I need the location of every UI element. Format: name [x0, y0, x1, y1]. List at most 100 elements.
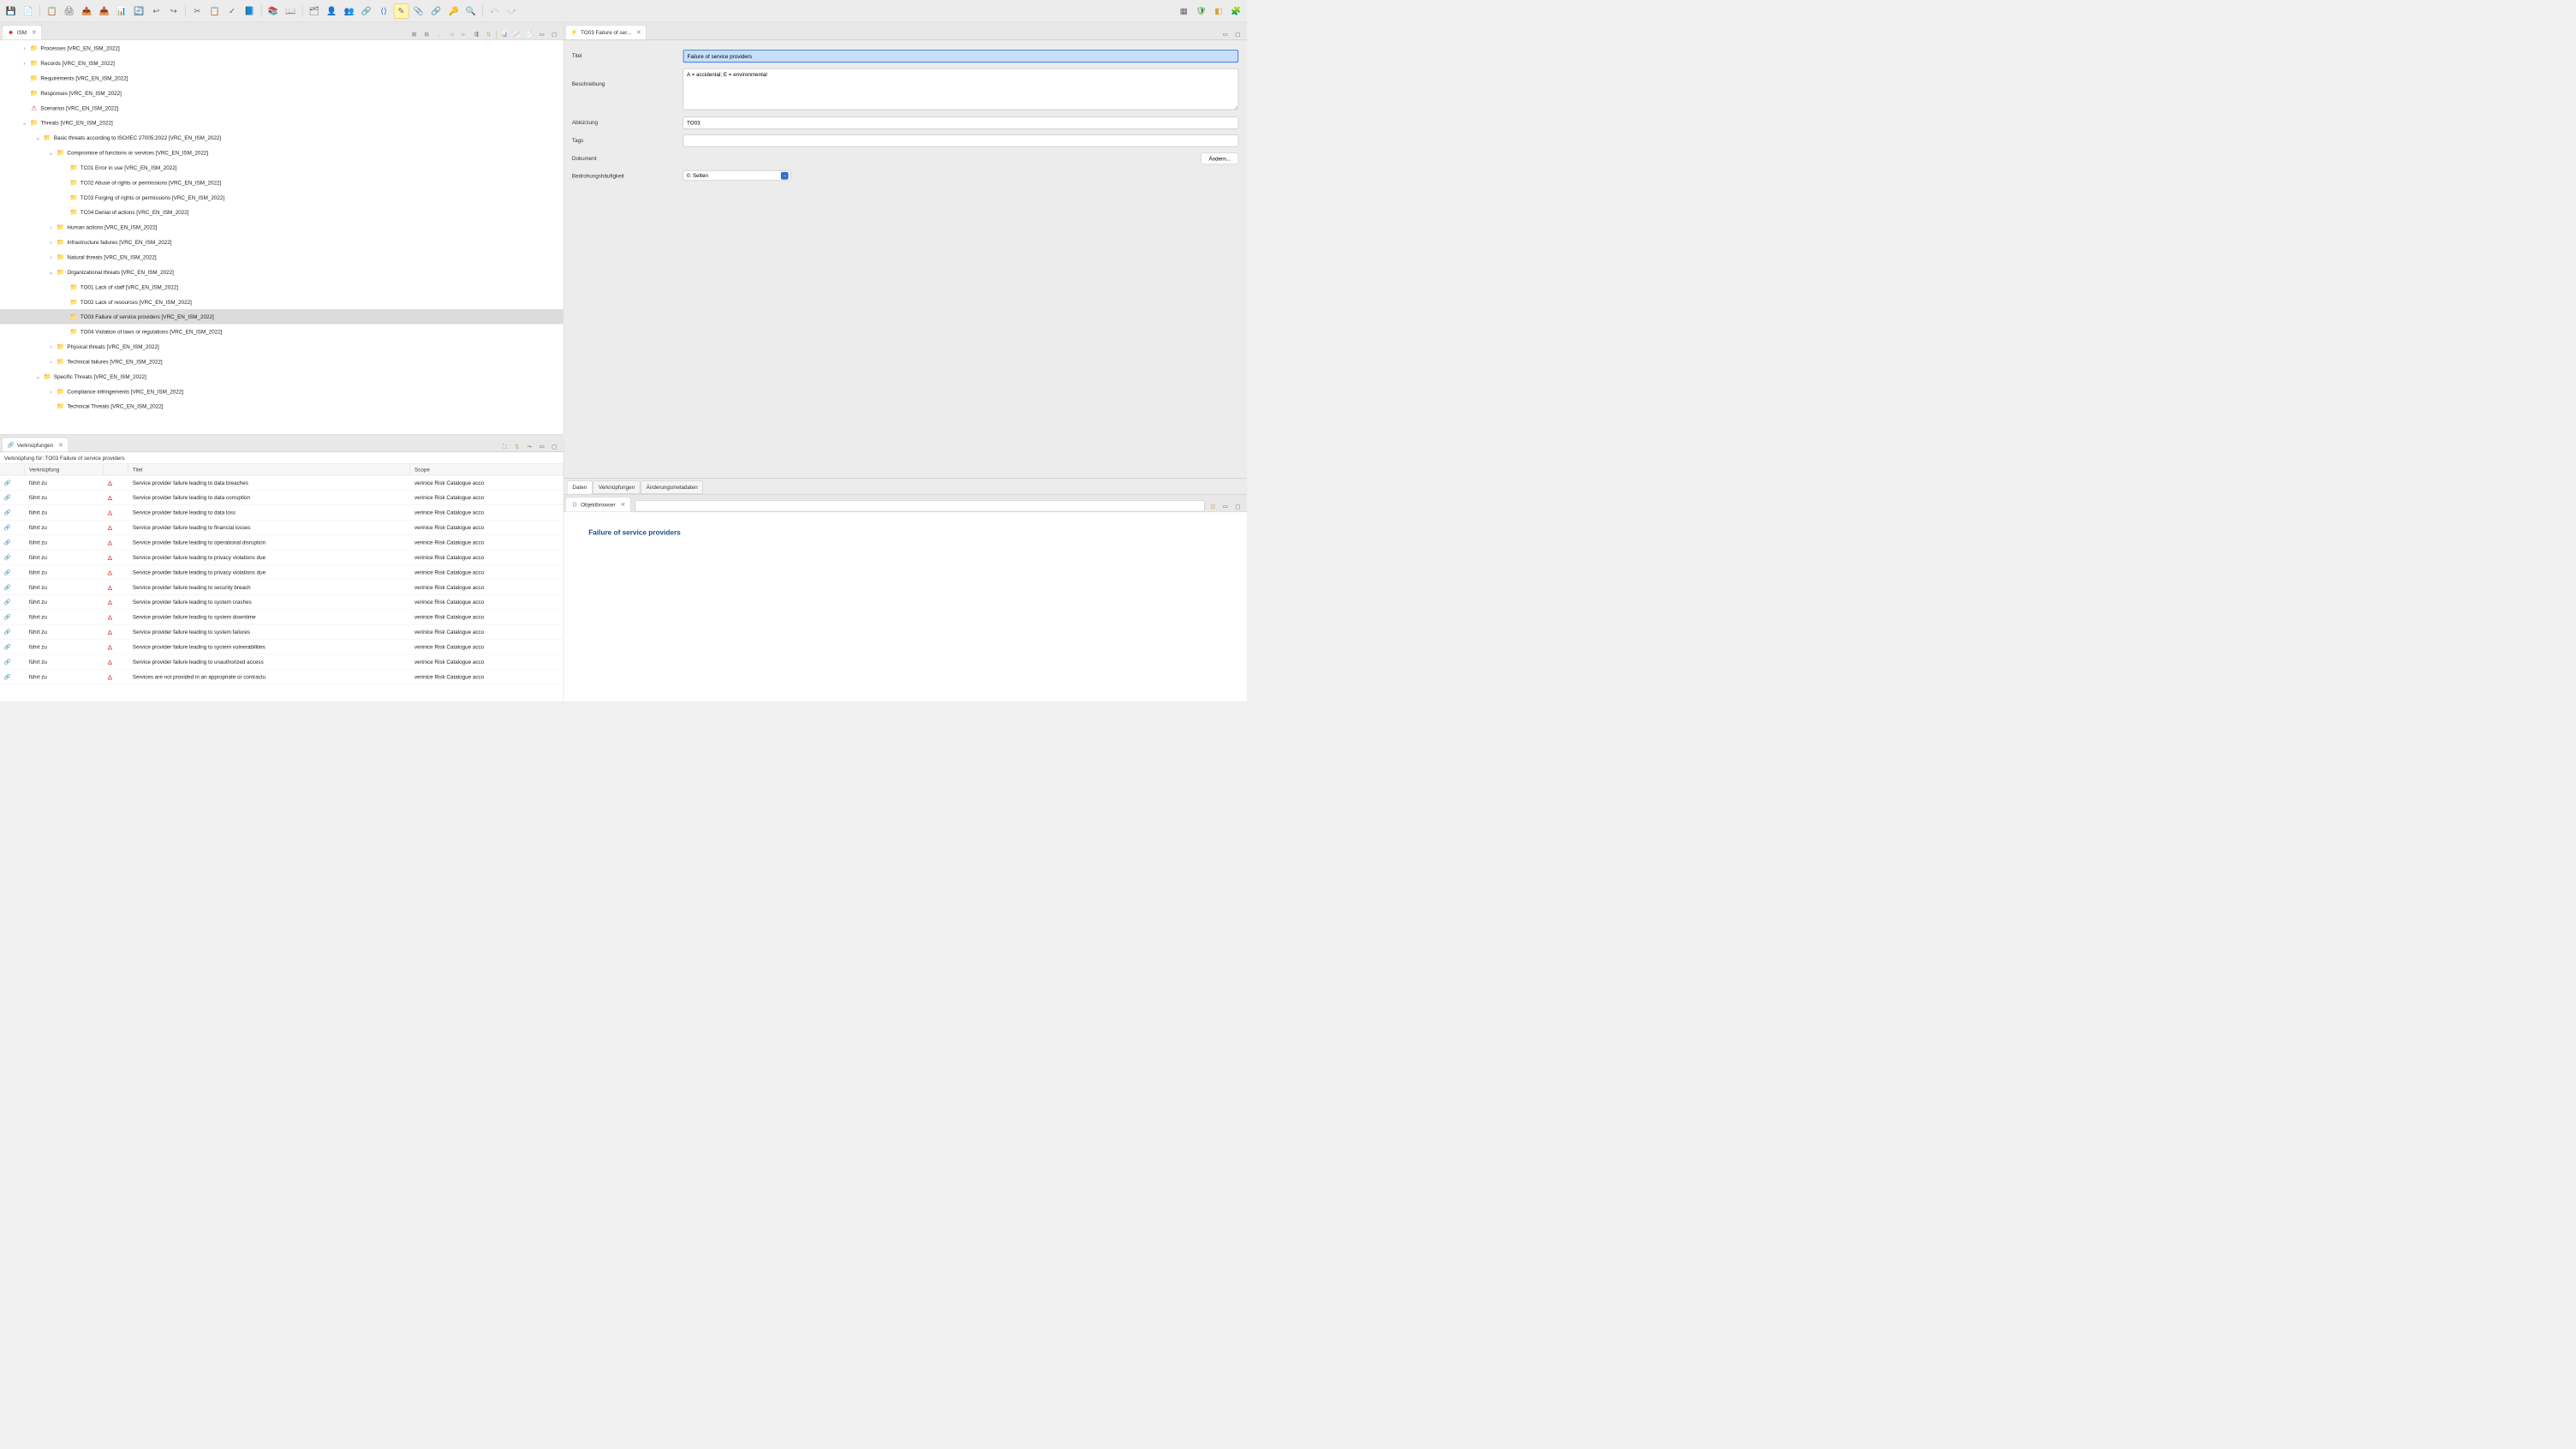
- tree-item[interactable]: 📁Technical Threats [VRC_EN_ISM_2022]: [0, 399, 564, 414]
- tab-ism[interactable]: ◆ ISM ✕: [2, 25, 42, 39]
- export-icon[interactable]: 📤: [79, 3, 93, 18]
- import-icon[interactable]: 📥: [97, 3, 111, 18]
- tree-item[interactable]: 📁TO04 Violation of laws or regulations […: [0, 324, 564, 338]
- home-icon[interactable]: ⌂: [434, 29, 444, 39]
- tree-item[interactable]: 📁TC03 Forging of rights or permissions […: [0, 190, 564, 205]
- doc-icon[interactable]: 📄: [524, 29, 534, 39]
- table-row[interactable]: 🔗führt zu△Service provider failure leadi…: [0, 565, 564, 580]
- expand-arrow-icon[interactable]: ›: [47, 253, 55, 260]
- expand-arrow-icon[interactable]: ⌄: [21, 119, 28, 126]
- tree-view[interactable]: ›📁Processes [VRC_EN_ISM_2022]›📁Records […: [0, 39, 564, 434]
- code-icon[interactable]: ⟨⟩: [376, 3, 391, 18]
- share-icon[interactable]: 🔗: [359, 3, 373, 18]
- book-icon[interactable]: 📘: [242, 3, 257, 18]
- forward-icon[interactable]: ⤻: [504, 3, 519, 18]
- tree-item[interactable]: ›📁Physical threats [VRC_EN_ISM_2022]: [0, 339, 564, 354]
- maximize-icon[interactable]: ▢: [1232, 29, 1243, 39]
- table-row[interactable]: 🔗führt zu△Service provider failure leadi…: [0, 654, 564, 669]
- print-icon[interactable]: 🖨: [62, 3, 76, 18]
- tree-item[interactable]: 📁TC01 Error in use [VRC_EN_ISM_2022]: [0, 160, 564, 175]
- shield-check-icon[interactable]: 🛡: [1194, 3, 1208, 18]
- change-button[interactable]: Ändern...: [1201, 152, 1238, 164]
- paste-icon[interactable]: 📋: [207, 3, 222, 18]
- maximize-icon[interactable]: ▢: [549, 29, 559, 39]
- arrow-left-icon[interactable]: ◀: [446, 29, 456, 39]
- save-icon[interactable]: 💾: [3, 3, 18, 18]
- tree-item[interactable]: ›📁Human actions [VRC_EN_ISM_2022]: [0, 220, 564, 235]
- tree-item[interactable]: ›📁Compliance infringements [VRC_EN_ISM_2…: [0, 384, 564, 398]
- filter-icon[interactable]: ⇶: [471, 29, 481, 39]
- minimize-icon[interactable]: ▭: [1220, 29, 1231, 39]
- tree-item[interactable]: ›📁Infrastructure failures [VRC_EN_ISM_20…: [0, 235, 564, 249]
- tree-item[interactable]: ⌄📁Threats [VRC_EN_ISM_2022]: [0, 116, 564, 130]
- module-icon[interactable]: ◧: [1211, 3, 1225, 18]
- tree-item[interactable]: ›📁Natural threats [VRC_EN_ISM_2022]: [0, 249, 564, 264]
- tree-item[interactable]: 📁TC02 Abuse of rights or permissions [VR…: [0, 175, 564, 189]
- tree-item[interactable]: ⌄📁Compromise of functions or services [V…: [0, 145, 564, 159]
- user-icon[interactable]: 👤: [324, 3, 338, 18]
- check-icon[interactable]: ✓: [224, 3, 239, 18]
- tab-links[interactable]: 🔗 Verknüpfungen ✕: [2, 438, 69, 452]
- close-icon[interactable]: ✕: [620, 501, 625, 508]
- expand-arrow-icon[interactable]: ›: [47, 358, 55, 365]
- table-row[interactable]: 🔗führt zu△Service provider failure leadi…: [0, 580, 564, 594]
- undo-icon[interactable]: ↩: [149, 3, 164, 18]
- grid-icon[interactable]: ▦: [1177, 3, 1191, 18]
- close-icon[interactable]: ✕: [58, 441, 63, 448]
- cut-icon[interactable]: ✂: [190, 3, 205, 18]
- report-icon[interactable]: 📊: [114, 3, 128, 18]
- expand-arrow-icon[interactable]: ›: [47, 343, 55, 350]
- expand-arrow-icon[interactable]: ⌄: [47, 268, 55, 275]
- tree-item[interactable]: 📁Responses [VRC_EN_ISM_2022]: [0, 86, 564, 100]
- sort-icon[interactable]: ⇅: [484, 29, 494, 39]
- locate-icon[interactable]: ⊡: [1208, 502, 1218, 512]
- tree-item[interactable]: ›📁Processes [VRC_EN_ISM_2022]: [0, 40, 564, 55]
- expand-icon[interactable]: ⛶: [499, 442, 510, 452]
- catalog-icon[interactable]: 📚: [265, 3, 280, 18]
- table-row[interactable]: 🔗führt zu△Service provider failure leadi…: [0, 491, 564, 505]
- links-table-body[interactable]: 🔗führt zu△Service provider failure leadi…: [0, 475, 564, 701]
- column-header[interactable]: Scope: [410, 464, 564, 475]
- expand-arrow-icon[interactable]: ›: [21, 45, 28, 51]
- tab-links[interactable]: Verknüpfungen: [593, 480, 640, 494]
- table-row[interactable]: 🔗führt zu△Service provider failure leadi…: [0, 624, 564, 639]
- back-icon[interactable]: ⤺: [487, 3, 502, 18]
- tree-item[interactable]: 📁TO03 Failure of service providers [VRC_…: [0, 309, 564, 324]
- tree-item[interactable]: ›📁Records [VRC_EN_ISM_2022]: [0, 56, 564, 70]
- hierarchy-icon[interactable]: ⇅: [512, 442, 522, 452]
- expand-arrow-icon[interactable]: ›: [47, 388, 55, 395]
- browser-search-field[interactable]: [635, 500, 1204, 511]
- maximize-icon[interactable]: ▢: [1232, 502, 1243, 512]
- redo-icon[interactable]: ↪: [166, 3, 181, 18]
- expand-arrow-icon[interactable]: ›: [47, 239, 55, 246]
- tab-browser[interactable]: ⟨⟩ Objektbrowser ✕: [565, 497, 630, 511]
- arrow-right-icon[interactable]: ▶: [459, 29, 469, 39]
- tree-item[interactable]: ⚠Scenarios [VRC_EN_ISM_2022]: [0, 100, 564, 115]
- link-icon[interactable]: 🔗: [428, 3, 443, 18]
- table-row[interactable]: 🔗führt zu△Service provider failure leadi…: [0, 550, 564, 564]
- expand-arrow-icon[interactable]: ⌄: [34, 373, 42, 379]
- tab-meta[interactable]: Änderungsmetadaten: [641, 480, 703, 494]
- edit-icon[interactable]: ✎: [394, 3, 408, 18]
- collapse-all-icon[interactable]: ⊟: [421, 29, 432, 39]
- expand-arrow-icon[interactable]: ⌄: [34, 134, 42, 141]
- tab-data[interactable]: Daten: [567, 480, 592, 494]
- library-icon[interactable]: 📖: [283, 3, 298, 18]
- tree-item[interactable]: ⌄📁Specific Threats [VRC_EN_ISM_2022]: [0, 369, 564, 384]
- table-row[interactable]: 🔗führt zu△Service provider failure leadi…: [0, 505, 564, 520]
- maximize-icon[interactable]: ▢: [549, 442, 559, 452]
- tree-item[interactable]: 📁Requirements [VRC_EN_ISM_2022]: [0, 70, 564, 85]
- minimize-icon[interactable]: ▭: [537, 29, 547, 39]
- expand-all-icon[interactable]: ⊞: [409, 29, 420, 39]
- minimize-icon[interactable]: ▭: [537, 442, 547, 452]
- description-field[interactable]: A = accidental; E = environmental: [683, 69, 1239, 110]
- table-row[interactable]: 🔗führt zu△Service provider failure leadi…: [0, 610, 564, 624]
- column-header[interactable]: Verknüpfung: [25, 464, 104, 475]
- tags-field[interactable]: [683, 134, 1239, 146]
- minimize-icon[interactable]: ▭: [1220, 502, 1231, 512]
- tree-item[interactable]: 📁TO01 Lack of staff [VRC_EN_ISM_2022]: [0, 279, 564, 294]
- chart-line-icon[interactable]: 📈: [512, 29, 522, 39]
- table-row[interactable]: 🔗führt zu△Services are not provided in a…: [0, 670, 564, 684]
- table-row[interactable]: 🔗führt zu△Service provider failure leadi…: [0, 535, 564, 550]
- key-icon[interactable]: 🔑: [446, 3, 461, 18]
